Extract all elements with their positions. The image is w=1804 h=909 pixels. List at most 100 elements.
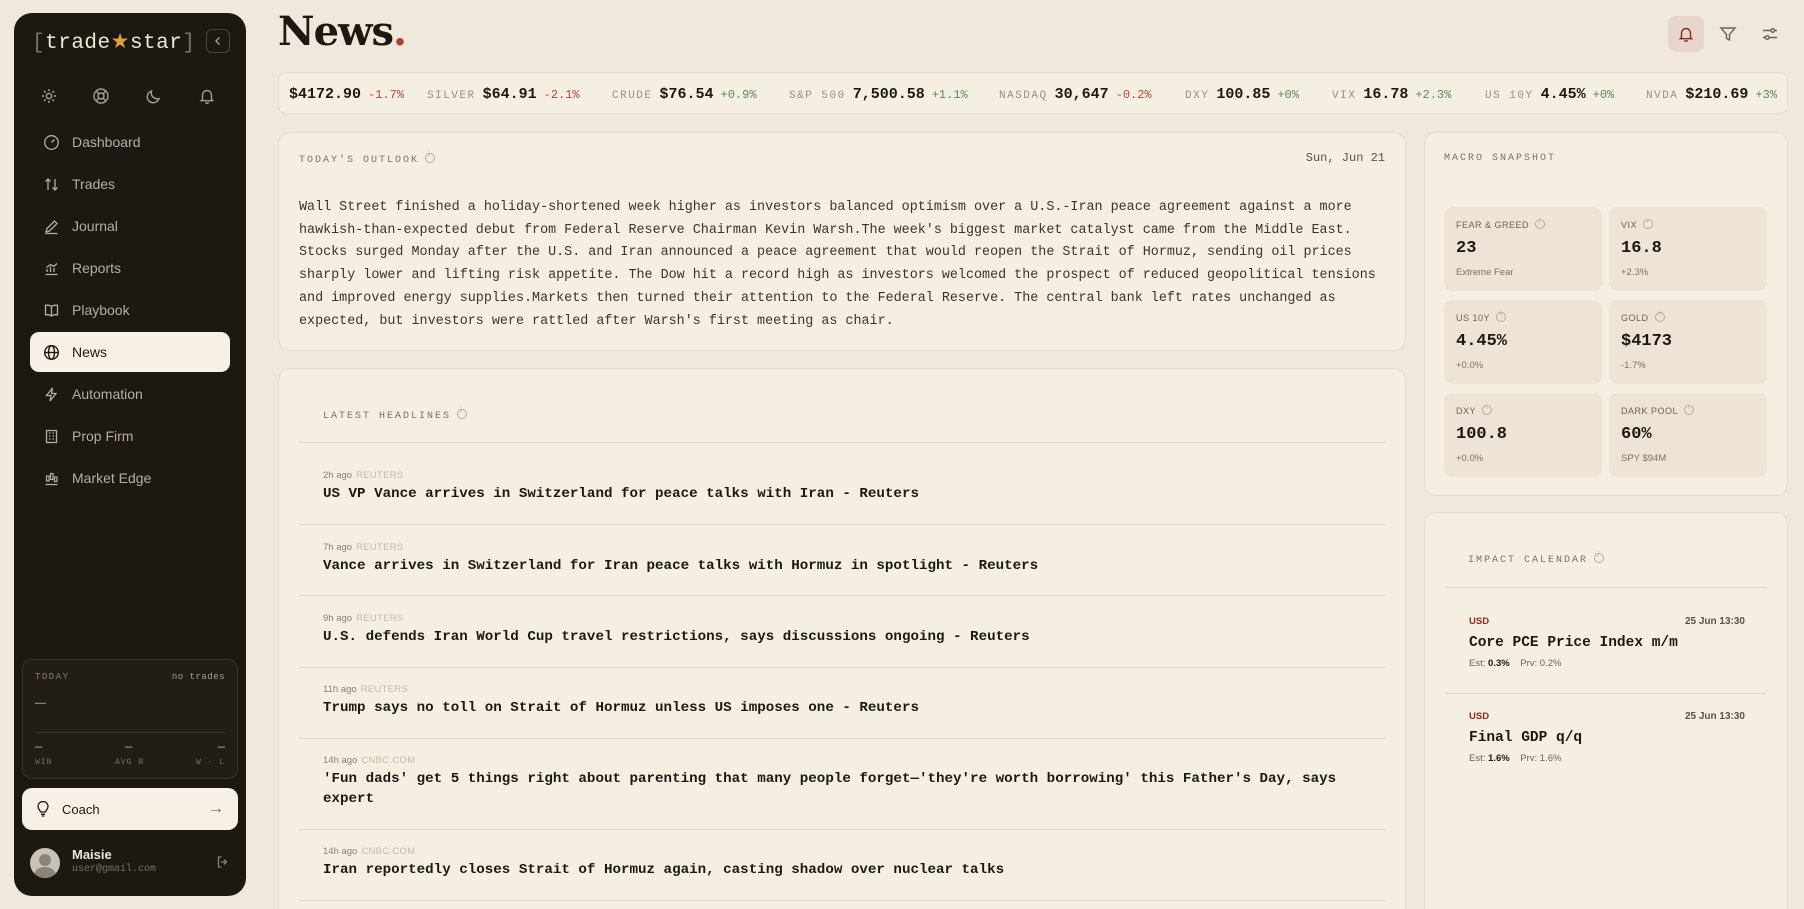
divider [299, 667, 1385, 668]
sidebar-item-market-edge[interactable]: Market Edge [30, 458, 230, 498]
ticker-item[interactable]: NASDAQ 30,647 -0.2% [999, 86, 1152, 103]
ticker-change: -0.2% [1115, 88, 1152, 102]
sidebar-item-trades[interactable]: Trades [30, 164, 230, 204]
calendar-event[interactable]: USD 25 Jun 13:30 Core PCE Price Index m/… [1469, 616, 1745, 669]
ticker-item[interactable]: VIX 16.78 +2.3% [1332, 86, 1451, 103]
collapse-sidebar-button[interactable] [206, 29, 230, 53]
impact-calendar-card: IMPACT CALENDAR USD 25 Jun 13:30 Core PC… [1424, 512, 1788, 909]
headline-time: 11h ago [323, 684, 357, 695]
info-icon[interactable] [1496, 311, 1507, 322]
macro-tile-us-10y[interactable]: US 10Y 4.45% +0.0% [1444, 300, 1602, 384]
tile-label-text: GOLD [1621, 313, 1649, 323]
event-stats: Est: 0.3% Prv: 0.2% [1469, 658, 1745, 669]
info-icon[interactable] [1594, 552, 1605, 563]
lifebuoy-icon[interactable] [92, 87, 112, 107]
logo-text-star: star [129, 32, 183, 55]
tile-label: VIX [1621, 218, 1654, 230]
event-datetime: 25 Jun 13:30 [1684, 711, 1745, 722]
ticker-item[interactable]: NVDA $210.69 +3% [1646, 86, 1777, 103]
ticker-value: $76.54 [659, 86, 714, 103]
latest-headlines-card: LATEST HEADLINES 2h agoREUTERS US VP Van… [278, 368, 1406, 909]
sidebar-item-prop-firm[interactable]: Prop Firm [30, 416, 230, 456]
macro-tile-dxy[interactable]: DXY 100.8 +0.0% [1444, 393, 1602, 477]
tile-sub: +0.0% [1456, 360, 1484, 371]
macro-tile-fear-greed[interactable]: FEAR & GREED 23 Extreme Fear [1444, 207, 1602, 291]
avatar [30, 848, 60, 878]
win-value: — [35, 740, 43, 754]
prv-label: Prv: [1520, 658, 1538, 669]
ticker-item[interactable]: DXY 100.85 +0% [1185, 86, 1299, 103]
sidebar-item-playbook[interactable]: Playbook [30, 290, 230, 330]
tile-label: FEAR & GREED [1456, 218, 1546, 230]
user-profile[interactable]: Maisie user@gmail.com [30, 847, 230, 883]
ticker-item[interactable]: S&P 500 7,500.58 +1.1% [789, 86, 968, 103]
est-value: 0.3% [1488, 658, 1510, 669]
filter-button[interactable] [1710, 16, 1746, 52]
ticker-symbol: US 10Y [1485, 90, 1534, 102]
tile-label-text: DXY [1456, 406, 1477, 416]
sidebar-item-journal[interactable]: Journal [30, 206, 230, 246]
headline-item[interactable]: 2h ago REUTERS US VP Vance arrives in Swi… [323, 470, 1353, 505]
info-icon[interactable] [1654, 311, 1665, 322]
ticker-item[interactable]: US 10Y 4.45% +0% [1485, 86, 1614, 103]
ticker-symbol: VIX [1332, 90, 1357, 102]
headline-item[interactable]: 11h ago REUTERS Trump says no toll on Str… [323, 684, 1353, 719]
chart-icon [42, 259, 60, 277]
ticker-item[interactable]: SILVER $64.91 -2.1% [427, 86, 580, 103]
moon-icon[interactable] [145, 87, 165, 107]
win-loss-label: W · L [195, 758, 225, 767]
logo-bracket-left: [ [32, 32, 46, 55]
tile-label-text: FEAR & GREED [1456, 220, 1530, 230]
coach-label: Coach [62, 801, 100, 817]
settings-gear-icon[interactable] [40, 87, 60, 107]
headline-title: 'Fun dads' get 5 things right about pare… [323, 771, 1337, 807]
tile-label: DXY [1456, 404, 1493, 416]
headline-item[interactable]: 14h ago CNBC.COM Iran reportedly closes S… [323, 846, 1353, 881]
sidebar-item-label: Prop Firm [72, 428, 134, 444]
preferences-button[interactable] [1752, 16, 1788, 52]
tile-value: 100.8 [1456, 425, 1508, 444]
info-icon[interactable] [1643, 218, 1654, 229]
info-icon[interactable] [1535, 218, 1546, 229]
outlook-text: Wall Street finished a holiday-shortened… [299, 200, 1376, 329]
sidebar-item-news[interactable]: News [30, 332, 230, 372]
app-logo[interactable]: [trade★star] [32, 29, 195, 55]
divider [299, 738, 1385, 739]
sidebar-item-reports[interactable]: Reports [30, 248, 230, 288]
page-title-text: News [278, 8, 394, 55]
divider [299, 595, 1385, 596]
pen-icon [42, 217, 60, 235]
macro-tile-dark-pool[interactable]: DARK POOL 60% SPY $94M [1609, 393, 1767, 477]
ticker-change: +0% [1277, 88, 1299, 102]
tile-label-text: VIX [1621, 220, 1638, 230]
headline-title: US VP Vance arrives in Switzerland for p… [323, 486, 919, 502]
ticker-item[interactable]: CRUDE $76.54 +0.9% [612, 86, 757, 103]
macro-tile-gold[interactable]: GOLD $4173 -1.7% [1609, 300, 1767, 384]
sidebar: [trade★star] Dashboard Trades Journal Re… [14, 13, 246, 896]
info-icon[interactable] [457, 408, 468, 419]
headline-item[interactable]: 14h ago CNBC.COM 'Fun dads' get 5 things … [323, 755, 1353, 809]
logout-icon[interactable] [216, 855, 230, 874]
tile-value: 23 [1456, 239, 1477, 258]
divider [299, 900, 1385, 901]
ticker-item[interactable]: $4172.90 -1.7% [282, 86, 404, 103]
info-icon[interactable] [425, 152, 436, 163]
notifications-button[interactable] [1668, 16, 1704, 52]
headline-item[interactable]: 9h ago REUTERS U.S. defends Iran World Cu… [323, 613, 1353, 648]
tile-label: US 10Y [1456, 311, 1507, 323]
info-icon[interactable] [1684, 404, 1695, 415]
est-label: Est: [1469, 658, 1486, 669]
ticker-value: 4.45% [1540, 86, 1586, 103]
outlook-heading: TODAY'S OUTLOOK [299, 152, 436, 166]
coach-button[interactable]: Coach → [22, 788, 238, 830]
bell-icon[interactable] [198, 87, 218, 107]
sidebar-item-dashboard[interactable]: Dashboard [30, 122, 230, 162]
headline-item[interactable]: 7h ago REUTERS Vance arrives in Switzerla… [323, 542, 1353, 577]
macro-tile-vix[interactable]: VIX 16.8 +2.3% [1609, 207, 1767, 291]
logo-star-icon: ★ [110, 32, 130, 55]
tile-sub: +2.3% [1621, 267, 1649, 278]
info-icon[interactable] [1482, 404, 1493, 415]
sidebar-item-automation[interactable]: Automation [30, 374, 230, 414]
calendar-event[interactable]: USD 25 Jun 13:30 Final GDP q/q Est: 1.6%… [1469, 711, 1745, 764]
headline-time: 7h ago [323, 542, 353, 553]
